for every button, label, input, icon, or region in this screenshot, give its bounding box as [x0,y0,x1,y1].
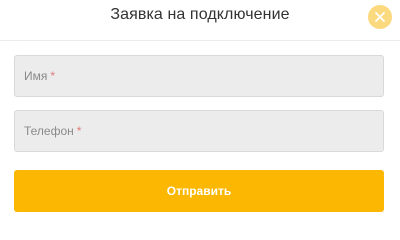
name-field-label: Имя * [24,69,56,83]
header-divider [0,40,400,41]
modal-header: Заявка на подключение [0,0,400,33]
submit-button-label: Отправить [166,184,232,198]
close-button[interactable] [368,5,392,29]
modal-title: Заявка на подключение [110,6,290,23]
phone-field[interactable]: Телефон * [14,110,384,152]
required-mark: * [76,124,82,138]
required-mark: * [50,69,56,83]
phone-field-label: Телефон * [24,124,82,138]
connection-request-modal: Заявка на подключение Имя * Телефон * Отпр… [0,0,400,219]
submit-button[interactable]: Отправить [14,170,384,212]
close-icon [375,12,385,22]
name-field[interactable]: Имя * [14,55,384,97]
